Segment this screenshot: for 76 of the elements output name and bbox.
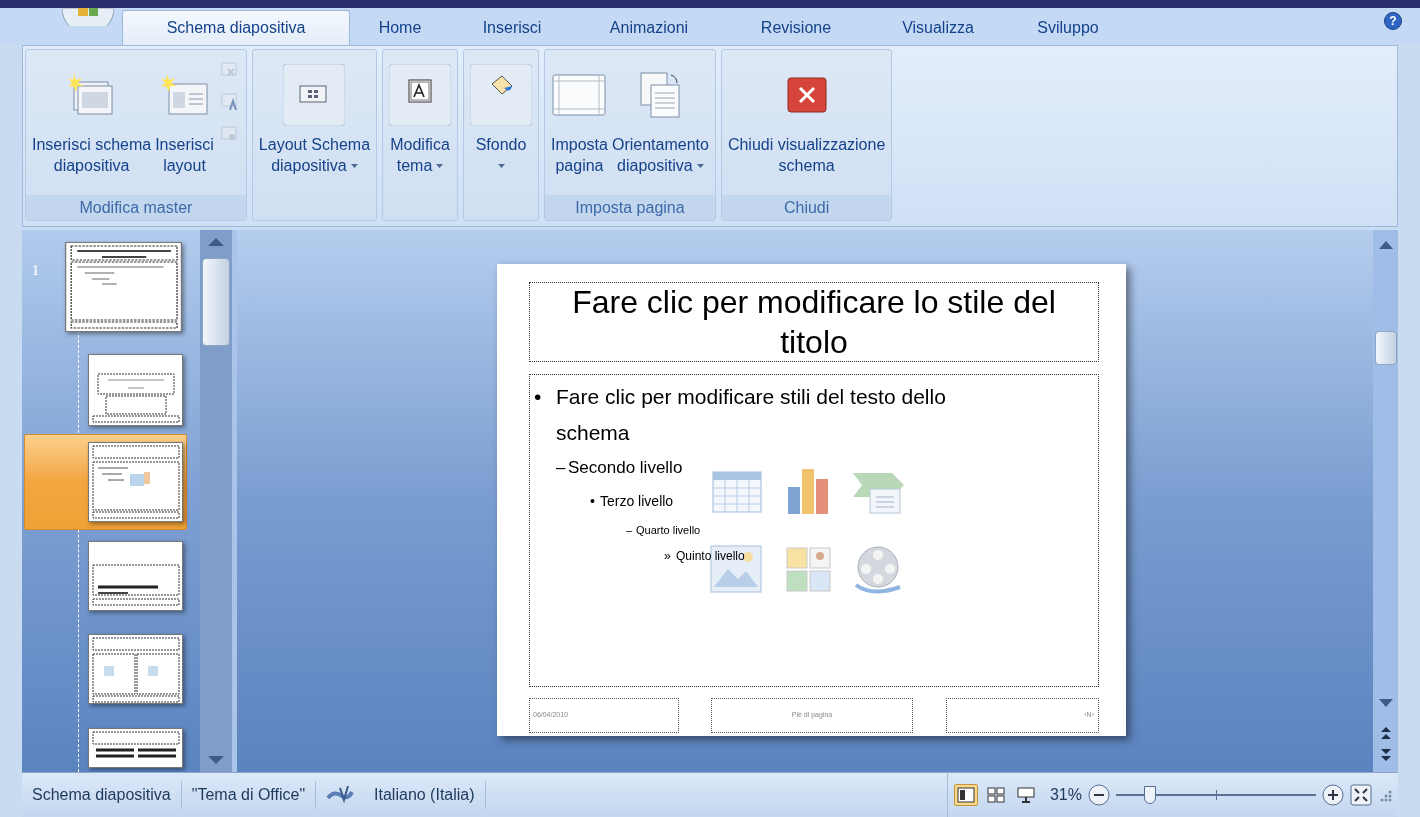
scroll-up-arrow-icon[interactable]	[1378, 240, 1393, 249]
ribbon-tab[interactable]: Schema diapositiva	[122, 10, 350, 45]
scroll-up-arrow-icon[interactable]	[208, 236, 224, 246]
ribbon-button[interactable]: Modifica tema	[387, 56, 454, 195]
scrollbar-thumb[interactable]	[1374, 331, 1397, 365]
media-clip-icon[interactable]	[852, 545, 904, 597]
bullet-text: Quinto livello	[676, 548, 745, 565]
bullet-text: Quarto livello	[636, 523, 701, 538]
ribbon-tab[interactable]: Visualizza	[868, 10, 1008, 45]
ribbon-tab[interactable]: Sviluppo	[1008, 10, 1128, 45]
paint-bucket-icon	[470, 64, 533, 126]
scrollbar-thumb[interactable]	[202, 258, 230, 346]
clip-art-icon[interactable]	[786, 547, 832, 593]
title-placeholder[interactable]: Fare clic per modificare lo stile del titolo	[529, 282, 1099, 362]
close-icon	[786, 77, 827, 113]
bullet-text: Fare clic per modificare stili del testo dello schema	[556, 384, 947, 446]
scroll-down-arrow-icon[interactable]	[1378, 699, 1393, 708]
zoom-percent[interactable]: 31%	[1049, 783, 1082, 807]
bullet-marker: –	[556, 457, 567, 479]
office-button[interactable]	[62, 8, 114, 26]
group-label: Imposta pagina	[575, 197, 685, 218]
slideshow-icon	[1016, 787, 1035, 803]
view-button[interactable]	[953, 784, 978, 806]
bullet-marker: •	[590, 492, 596, 511]
slide-master-icon	[67, 74, 116, 116]
slide-thumbnail[interactable]	[88, 634, 183, 704]
zoom-slider[interactable]	[1116, 784, 1316, 806]
ribbon-tab[interactable]: Inserisci	[450, 10, 574, 45]
vertical-scrollbar[interactable]	[1373, 230, 1398, 772]
previous-slide-icon[interactable]	[1380, 726, 1391, 740]
slide-number-label: 1	[32, 262, 39, 280]
slide-sorter-icon	[986, 787, 1005, 803]
text-frame-icon	[389, 64, 452, 126]
zoom-slider-thumb[interactable]	[1144, 786, 1156, 804]
picture-icon[interactable]	[710, 545, 762, 593]
bullet-text: Terzo livello	[600, 492, 674, 511]
bullet-marker: •	[533, 384, 543, 410]
group-label: Chiudi	[783, 197, 830, 218]
slide-title: Fare clic per modificare lo stile del titolo	[571, 283, 1057, 362]
ribbon-button[interactable]: Inserisci schema diapositiva	[30, 56, 154, 195]
bullet-marker: –	[626, 523, 634, 538]
status-text: "Tema di Office"	[190, 785, 307, 805]
bullet-marker: »	[664, 548, 672, 565]
help-button[interactable]: ?	[1384, 12, 1402, 30]
ribbon-button[interactable]: Chiudi visualizzazione schema	[725, 56, 888, 195]
layout-grid-icon	[283, 64, 346, 126]
ribbon-button[interactable]: Imposta pagina	[549, 56, 610, 195]
status-text: Schema diapositiva	[31, 785, 172, 805]
ribbon-tab[interactable]: Animazioni	[574, 10, 724, 45]
ribbon-tab[interactable]: Revisione	[724, 10, 868, 45]
ribbon-button[interactable]: Inserisci layout	[153, 56, 216, 195]
ribbon-button[interactable]: Orientamento diapositiva	[609, 56, 711, 195]
proofing-icon[interactable]	[326, 786, 355, 804]
slide-thumbnail[interactable]	[88, 728, 183, 768]
fit-to-window-icon[interactable]	[1350, 784, 1372, 806]
slide-thumbnail[interactable]	[88, 354, 183, 426]
vertical-scrollbar[interactable]	[200, 230, 232, 772]
resize-grip-icon[interactable]	[1378, 788, 1392, 802]
slide-thumbnail[interactable]	[88, 541, 183, 611]
zoom-in-icon[interactable]	[1322, 784, 1344, 806]
zoom-out-icon[interactable]	[1088, 784, 1110, 806]
slide-text-icon[interactable]	[219, 92, 238, 110]
page-frame-icon	[551, 71, 608, 119]
next-slide-icon[interactable]	[1380, 748, 1391, 762]
ribbon-button[interactable]: Sfondo	[468, 56, 535, 195]
group-label: Modifica master	[79, 197, 193, 218]
content-placeholder[interactable]: • Fare clic per modificare stili del testo dello schema –Secondo livello • Terzo livello – Quarto livello » Quinto livello	[529, 374, 1099, 687]
slide-thumbnail[interactable]	[88, 442, 183, 522]
layout-slide-icon	[160, 74, 209, 116]
normal-view-icon	[956, 787, 975, 803]
ribbon-tab[interactable]: Home	[350, 10, 450, 45]
slide-thumbnail[interactable]	[65, 242, 182, 332]
bullet-text: Secondo livello	[568, 457, 683, 479]
ribbon-button[interactable]: Layout Schema diapositiva	[256, 56, 373, 195]
language-status[interactable]: Italiano (Italia)	[364, 783, 485, 807]
scroll-down-arrow-icon[interactable]	[208, 756, 224, 766]
